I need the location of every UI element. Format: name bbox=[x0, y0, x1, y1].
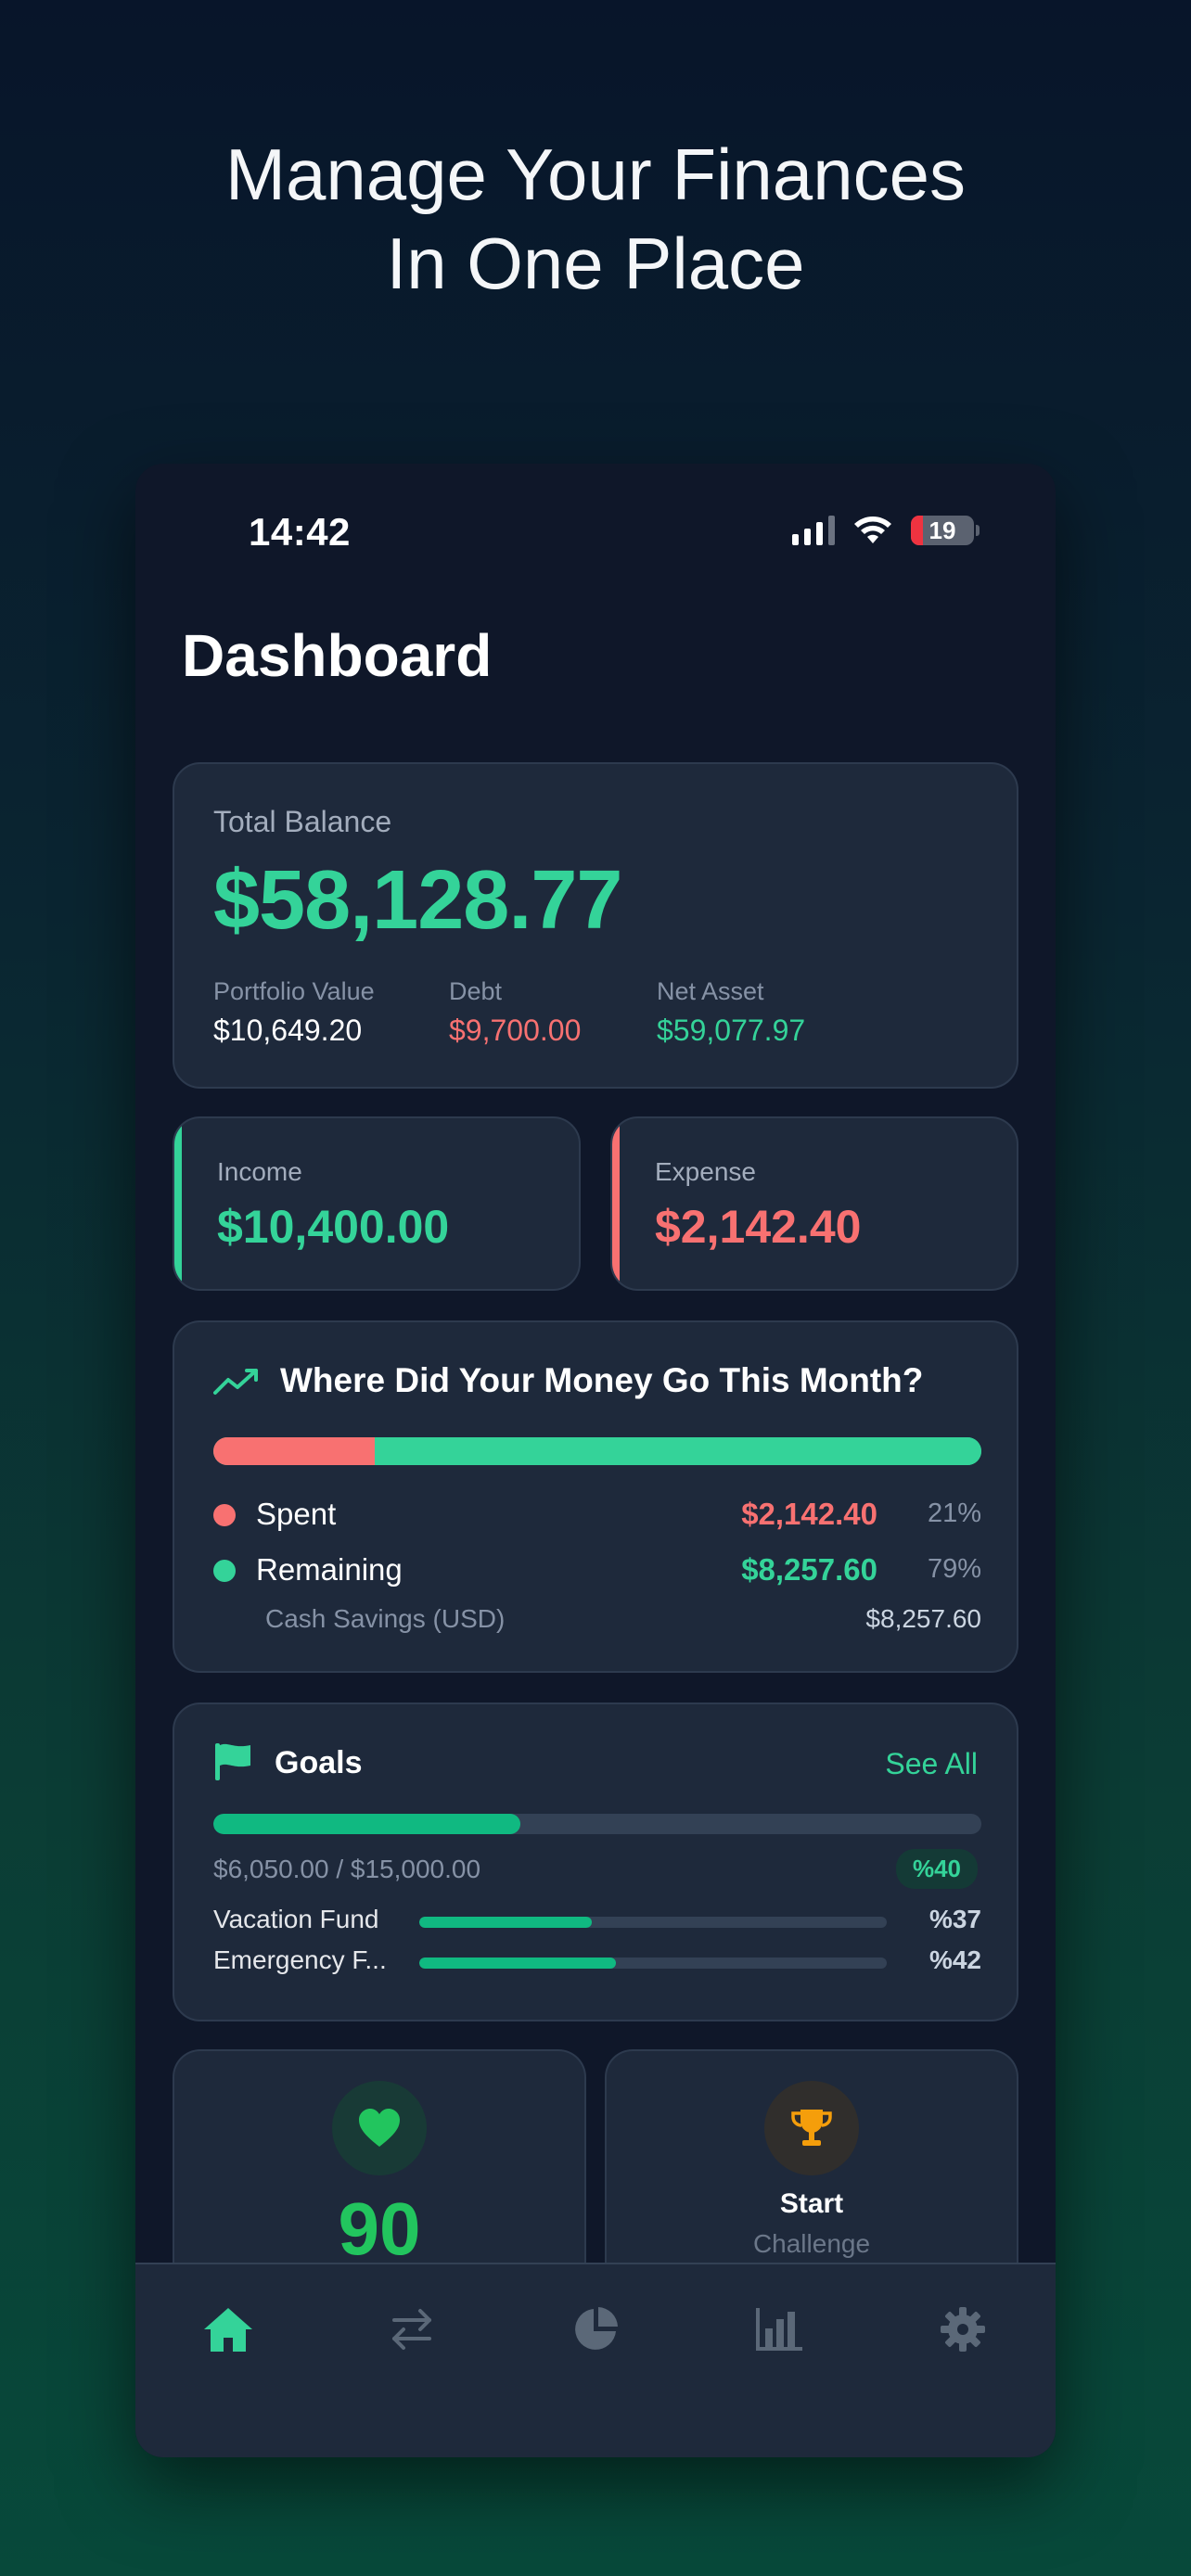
goal-item-name: Emergency F... bbox=[213, 1945, 387, 1974]
cellular-signal-icon bbox=[792, 516, 835, 545]
goals-card[interactable]: Goals See All $6,050.00 / $15,000.00 %40… bbox=[173, 1702, 1018, 2021]
income-card[interactable]: Income $10,400.00 bbox=[173, 1116, 581, 1291]
goal-item-track bbox=[419, 1958, 887, 1969]
spent-remaining-bar bbox=[213, 1437, 981, 1465]
expense-value: $2,142.40 bbox=[655, 1201, 862, 1253]
cash-savings-amount: $8,257.60 bbox=[865, 1604, 981, 1633]
net-asset-amount: $59,077.97 bbox=[657, 1014, 806, 1047]
net-asset-stat: Net Asset $59,077.97 bbox=[657, 977, 805, 1048]
heart-icon bbox=[359, 2109, 400, 2147]
spending-title: Where Did Your Money Go This Month? bbox=[280, 1361, 924, 1399]
challenge-sublabel: Challenge bbox=[752, 2229, 871, 2258]
page-title: Dashboard bbox=[182, 622, 493, 689]
spending-breakdown-card[interactable]: Where Did Your Money Go This Month? Spen… bbox=[173, 1320, 1018, 1673]
expense-card[interactable]: Expense $2,142.40 bbox=[610, 1116, 1018, 1291]
income-label: Income bbox=[217, 1157, 302, 1186]
goal-item-name: Vacation Fund bbox=[213, 1905, 379, 1933]
bottom-tab-bar bbox=[135, 2263, 1056, 2457]
status-time: 14:42 bbox=[249, 510, 351, 554]
marketing-headline: Manage Your Finances In One Place bbox=[0, 130, 1191, 308]
tab-analytics[interactable] bbox=[558, 2292, 633, 2366]
goals-progress-bar bbox=[213, 1814, 981, 1834]
goal-item-fill bbox=[419, 1917, 593, 1928]
transfer-icon bbox=[392, 2309, 431, 2350]
goal-item-fill bbox=[419, 1958, 616, 1969]
spent-label: Spent bbox=[256, 1497, 337, 1531]
goals-percent-badge: %40 bbox=[895, 1849, 978, 1889]
net-asset-label: Net Asset bbox=[657, 977, 764, 1005]
income-value: $10,400.00 bbox=[217, 1201, 450, 1253]
start-challenge-label: Start bbox=[779, 2188, 844, 2219]
expense-label: Expense bbox=[655, 1157, 756, 1186]
spent-dot bbox=[213, 1504, 236, 1526]
total-balance-value: $58,128.77 bbox=[213, 854, 622, 947]
pie-chart-icon bbox=[575, 2307, 618, 2350]
remaining-percent: 79% bbox=[927, 1554, 981, 1584]
spent-amount: $2,142.40 bbox=[741, 1497, 877, 1531]
debt-stat: Debt $9,700.00 bbox=[449, 977, 581, 1048]
goal-item[interactable]: Emergency F... %42 bbox=[213, 1944, 981, 1981]
heart-icon-badge bbox=[332, 2081, 427, 2175]
tab-reports[interactable] bbox=[742, 2292, 816, 2366]
portfolio-value-label: Portfolio Value bbox=[213, 977, 375, 1005]
trophy-icon bbox=[791, 2110, 832, 2146]
flag-icon bbox=[215, 1743, 250, 1780]
portfolio-value-amount: $10,649.20 bbox=[213, 1014, 363, 1047]
battery-level: 19 bbox=[928, 516, 956, 544]
remaining-segment bbox=[374, 1437, 981, 1465]
portfolio-value-stat: Portfolio Value $10,649.20 bbox=[213, 977, 375, 1048]
cash-savings-label: Cash Savings (USD) bbox=[265, 1604, 506, 1633]
health-score-value: 90 bbox=[338, 2187, 421, 2270]
headline-line-1: Manage Your Finances bbox=[225, 134, 966, 215]
tab-home[interactable] bbox=[191, 2292, 265, 2366]
goal-item-percent: %42 bbox=[928, 1945, 981, 1974]
spent-percent: 21% bbox=[927, 1498, 981, 1528]
headline-line-2: In One Place bbox=[386, 223, 805, 304]
goal-item[interactable]: Vacation Fund %37 bbox=[213, 1903, 981, 1940]
remaining-row: Remaining $8,257.60 79% bbox=[213, 1547, 981, 1593]
total-balance-label: Total Balance bbox=[213, 805, 392, 838]
debt-label: Debt bbox=[449, 977, 503, 1005]
remaining-amount: $8,257.60 bbox=[741, 1552, 877, 1587]
tab-settings[interactable] bbox=[926, 2292, 1000, 2366]
phone-screen: 14:42 19 Dashboard Total Balance $58,128… bbox=[135, 464, 1056, 2457]
trophy-icon-badge bbox=[764, 2081, 859, 2175]
tab-transactions[interactable] bbox=[375, 2292, 449, 2366]
bar-chart-icon bbox=[756, 2308, 802, 2351]
goal-item-track bbox=[419, 1917, 887, 1928]
settings-icon bbox=[941, 2307, 985, 2352]
remaining-dot bbox=[213, 1560, 236, 1582]
goals-amount: $6,050.00 / $15,000.00 bbox=[213, 1855, 481, 1883]
see-all-goals-link[interactable]: See All bbox=[885, 1747, 978, 1781]
home-icon bbox=[204, 2308, 252, 2352]
debt-amount: $9,700.00 bbox=[449, 1014, 582, 1047]
remaining-label: Remaining bbox=[256, 1552, 403, 1587]
status-bar: 14:42 19 bbox=[135, 464, 1056, 603]
spent-segment bbox=[213, 1437, 375, 1465]
spent-row: Spent $2,142.40 21% bbox=[213, 1491, 981, 1537]
total-balance-card[interactable]: Total Balance $58,128.77 Portfolio Value… bbox=[173, 762, 1018, 1089]
battery-icon: 19 bbox=[911, 516, 974, 545]
wifi-icon bbox=[854, 516, 891, 543]
status-icons: 19 bbox=[792, 516, 980, 545]
goals-progress-fill bbox=[213, 1814, 521, 1834]
goals-title: Goals bbox=[275, 1745, 363, 1780]
goal-item-percent: %37 bbox=[928, 1905, 981, 1933]
trend-up-icon bbox=[213, 1369, 258, 1395]
